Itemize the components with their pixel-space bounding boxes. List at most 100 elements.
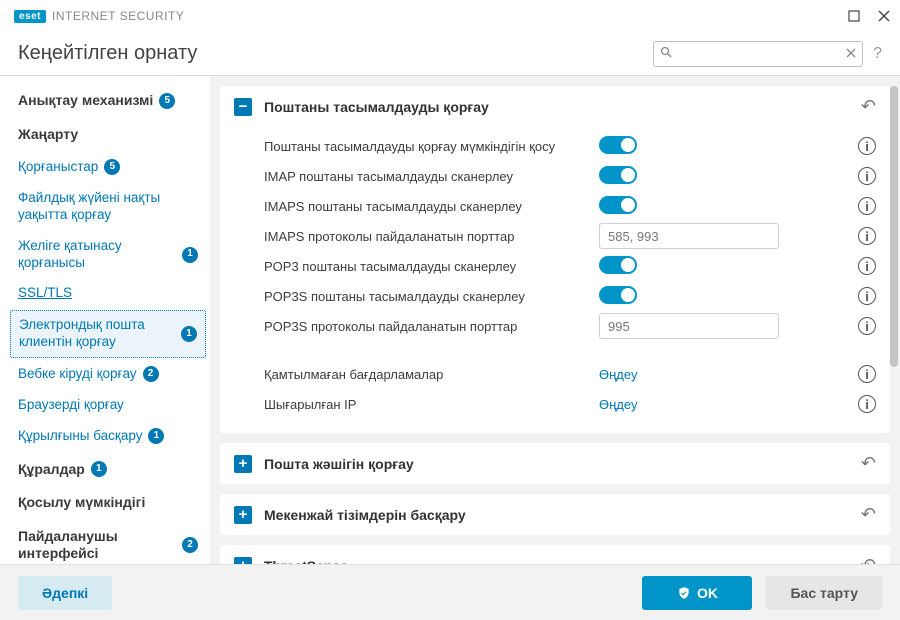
setting-row: IMAPS поштаны тасымалдауды сканерлеу i — [264, 191, 876, 221]
badge: 1 — [181, 326, 197, 342]
info-icon[interactable]: i — [858, 317, 876, 335]
setting-label: POP3S протоколы пайдаланатын порттар — [264, 319, 599, 334]
shield-icon — [677, 586, 691, 600]
sidebar-item-label: Қосылу мүмкіндігі — [18, 494, 145, 512]
info-icon[interactable]: i — [858, 395, 876, 413]
info-icon[interactable]: i — [858, 227, 876, 245]
panel-mail-transport: − Поштаны тасымалдауды қорғау ↶ Поштаны … — [220, 86, 890, 433]
sidebar-item-device-control[interactable]: Құрылғыны басқару 1 — [10, 422, 206, 451]
panel-header[interactable]: − Поштаны тасымалдауды қорғау ↶ — [220, 86, 890, 127]
sidebar-item-label: Құрылғыны басқару — [18, 428, 142, 445]
panel-header[interactable]: + Мекенжай тізімдерін басқару ↶ — [220, 494, 890, 535]
close-icon[interactable] — [876, 8, 892, 24]
titlebar: eset INTERNET SECURITY — [0, 0, 900, 32]
sidebar-item-label: Қорғаныстар — [18, 159, 98, 176]
panel-header[interactable]: + ThreatSense ↶ — [220, 545, 890, 564]
search-input[interactable] — [672, 47, 846, 61]
setting-row: Поштаны тасымалдауды қорғау мүмкіндігін … — [264, 131, 876, 161]
sidebar-item-update[interactable]: Жаңарту — [10, 120, 206, 150]
badge: 1 — [91, 461, 107, 477]
collapse-icon[interactable]: − — [234, 98, 252, 116]
sidebar-item-browser[interactable]: Браузерді қорғау — [10, 391, 206, 420]
setting-label: Қамтылмаған бағдарламалар — [264, 367, 599, 382]
search-box[interactable] — [653, 41, 863, 67]
input-imaps-ports[interactable] — [599, 223, 779, 249]
setting-label: Шығарылған IP — [264, 397, 599, 412]
toggle-pop3-scan[interactable] — [599, 256, 637, 274]
content-area: − Поштаны тасымалдауды қорғау ↶ Поштаны … — [210, 76, 900, 564]
sidebar-item-detection[interactable]: Анықтау механизмі 5 — [10, 86, 206, 116]
info-icon[interactable]: i — [858, 167, 876, 185]
sidebar-item-label: Файлдық жүйені нақты уақытта қорғау — [18, 190, 198, 224]
scrollbar-thumb[interactable] — [890, 86, 898, 367]
revert-icon[interactable]: ↶ — [861, 504, 876, 525]
info-icon[interactable]: i — [858, 257, 876, 275]
cancel-button[interactable]: Бас тарту — [766, 576, 882, 610]
expand-icon[interactable]: + — [234, 557, 252, 565]
panel-mailbox-protection: + Пошта жәшігін қорғау ↶ — [220, 443, 890, 484]
toggle-enable-mail-protection[interactable] — [599, 136, 637, 154]
help-icon[interactable]: ? — [873, 45, 882, 63]
setting-label: IMAPS протоколы пайдаланатын порттар — [264, 229, 599, 244]
brand: eset INTERNET SECURITY — [14, 9, 184, 23]
sidebar-item-label: Вебке кіруді қорғау — [18, 366, 137, 383]
info-icon[interactable]: i — [858, 287, 876, 305]
panel-threatsense: + ThreatSense ↶ — [220, 545, 890, 564]
revert-icon[interactable]: ↶ — [861, 555, 876, 564]
toggle-imaps-scan[interactable] — [599, 196, 637, 214]
badge: 2 — [143, 366, 159, 382]
clear-search-icon[interactable] — [846, 46, 856, 61]
link-excluded-apps[interactable]: Өңдеу — [599, 367, 637, 382]
sidebar-item-web-access[interactable]: Вебке кіруді қорғау 2 — [10, 360, 206, 389]
panel-title: Пошта жәшігін қорғау — [264, 456, 849, 472]
info-icon[interactable]: i — [858, 365, 876, 383]
sidebar-item-realtime-fs[interactable]: Файлдық жүйені нақты уақытта қорғау — [10, 184, 206, 230]
badge: 1 — [148, 428, 164, 444]
setting-label: POP3 поштаны тасымалдауды сканерлеу — [264, 259, 599, 274]
ok-button[interactable]: OK — [642, 576, 752, 610]
sidebar-item-protections[interactable]: Қорғаныстар 5 — [10, 153, 206, 182]
sidebar-item-label: Анықтау механизмі — [18, 92, 153, 110]
panel-address-lists: + Мекенжай тізімдерін басқару ↶ — [220, 494, 890, 535]
scrollbar[interactable] — [890, 86, 898, 554]
sidebar-item-network-access[interactable]: Желіге қатынасу қорғанысы 1 — [10, 232, 206, 278]
maximize-icon[interactable] — [846, 8, 862, 24]
panel-header[interactable]: + Пошта жәшігін қорғау ↶ — [220, 443, 890, 484]
input-pop3s-ports[interactable] — [599, 313, 779, 339]
default-button[interactable]: Әдепкі — [18, 576, 112, 610]
info-icon[interactable]: i — [858, 137, 876, 155]
sidebar-item-ui[interactable]: Пайдаланушы интерфейсі 2 — [10, 522, 206, 564]
info-icon[interactable]: i — [858, 197, 876, 215]
badge: 5 — [104, 159, 120, 175]
setting-label: POP3S поштаны тасымалдауды сканерлеу — [264, 289, 599, 304]
link-excluded-ip[interactable]: Өңдеу — [599, 397, 637, 412]
sidebar-item-label: Пайдаланушы интерфейсі — [18, 528, 176, 563]
sidebar-item-label: Желіге қатынасу қорғанысы — [18, 238, 176, 272]
revert-icon[interactable]: ↶ — [861, 453, 876, 474]
page-title: Кеңейтілген орнату — [18, 42, 197, 65]
header: Кеңейтілген орнату ? — [0, 32, 900, 76]
sidebar-item-label: SSL/TLS — [18, 285, 72, 302]
expand-icon[interactable]: + — [234, 506, 252, 524]
toggle-imap-scan[interactable] — [599, 166, 637, 184]
panel-title: Мекенжай тізімдерін басқару — [264, 507, 849, 523]
panel-title: Поштаны тасымалдауды қорғау — [264, 99, 849, 115]
revert-icon[interactable]: ↶ — [861, 96, 876, 117]
sidebar-item-connectivity[interactable]: Қосылу мүмкіндігі — [10, 488, 206, 518]
setting-row: IMAPS протоколы пайдаланатын порттар i — [264, 221, 876, 251]
sidebar-item-label: Браузерді қорғау — [18, 397, 124, 414]
expand-icon[interactable]: + — [234, 455, 252, 473]
setting-label: Поштаны тасымалдауды қорғау мүмкіндігін … — [264, 139, 599, 154]
window-buttons — [846, 8, 892, 24]
sidebar-item-tools[interactable]: Құралдар 1 — [10, 455, 206, 485]
sidebar-item-label: Жаңарту — [18, 126, 78, 144]
badge: 2 — [182, 537, 198, 553]
setting-label: IMAP поштаны тасымалдауды сканерлеу — [264, 169, 599, 184]
brand-logo: eset — [14, 10, 46, 23]
toggle-pop3s-scan[interactable] — [599, 286, 637, 304]
sidebar-item-email-client[interactable]: Электрондық пошта клиентін қорғау 1 — [10, 310, 206, 358]
brand-product: INTERNET SECURITY — [52, 9, 184, 23]
setting-row: IMAP поштаны тасымалдауды сканерлеу i — [264, 161, 876, 191]
sidebar-item-ssl-tls[interactable]: SSL/TLS — [10, 279, 206, 308]
setting-row: POP3S поштаны тасымалдауды сканерлеу i — [264, 281, 876, 311]
